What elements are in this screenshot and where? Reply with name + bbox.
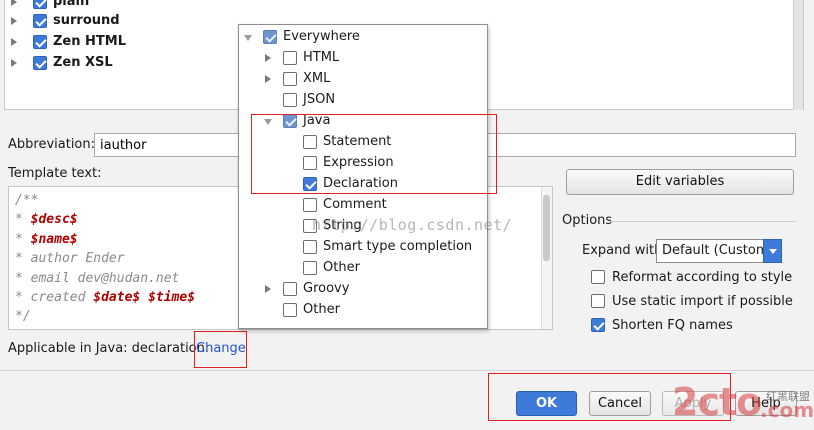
edit-variables-button[interactable]: Edit variables <box>566 169 794 195</box>
popup-item-label: Smart type completion <box>323 239 473 254</box>
popup-item-label: Everywhere <box>283 29 360 44</box>
expand-arrow-icon[interactable] <box>9 58 19 68</box>
popup-item-label: Other <box>303 302 340 317</box>
options-legend: Options <box>562 213 613 228</box>
template-text-label: Template text: <box>8 166 102 181</box>
tree-item-label: Zen HTML <box>53 34 126 49</box>
shorten-fq-option[interactable]: Shorten FQ names <box>591 315 733 335</box>
popup-item-checkbox[interactable] <box>283 92 297 107</box>
tree-item-zen-html[interactable]: Zen HTML <box>9 31 126 52</box>
reformat-label: Reformat according to style <box>612 269 793 285</box>
tree-item-surround[interactable]: surround <box>9 10 120 31</box>
bottom-divider <box>0 370 814 371</box>
static-import-label: Use static import if possible <box>612 293 793 309</box>
site-logo: 2cto <box>672 380 762 424</box>
tree-item-label: plain <box>53 0 90 9</box>
popup-item-label: Other <box>323 260 360 275</box>
editor-scrollbar-thumb[interactable] <box>543 195 550 261</box>
popup-item-checkbox[interactable] <box>283 302 297 317</box>
popup-item-other[interactable]: Other <box>283 299 340 320</box>
popup-item-html[interactable]: HTML <box>263 47 339 68</box>
popup-item-json[interactable]: JSON <box>283 89 335 110</box>
popup-item-label: Comment <box>323 197 387 212</box>
popup-item-checkbox[interactable] <box>303 239 317 254</box>
popup-item-label: Groovy <box>303 281 350 296</box>
watermark-text: http://blog.csdn.net/ <box>312 216 513 234</box>
popup-item-everywhere[interactable]: Everywhere <box>243 26 360 47</box>
popup-item-label: JSON <box>303 92 336 107</box>
highlight-box <box>194 331 247 368</box>
tree-scrollbar[interactable] <box>793 0 803 110</box>
popup-item-smart-type[interactable]: Smart type completion <box>303 236 472 257</box>
tree-item-label: Zen XSL <box>53 55 113 70</box>
tree-item-checkbox[interactable] <box>33 55 47 70</box>
popup-item-checkbox[interactable] <box>283 71 297 86</box>
tree-item-zen-xsl[interactable]: Zen XSL <box>9 52 113 73</box>
static-import-checkbox[interactable] <box>591 294 605 308</box>
tree-item-checkbox[interactable] <box>33 34 47 49</box>
popup-item-comment[interactable]: Comment <box>303 194 387 215</box>
popup-item-checkbox[interactable] <box>303 260 317 275</box>
site-logo-suffix: .com <box>760 398 814 422</box>
collapse-arrow-icon[interactable] <box>243 32 253 42</box>
popup-item-checkbox[interactable] <box>283 50 297 65</box>
popup-item-checkbox[interactable] <box>283 281 297 296</box>
popup-item-checkbox[interactable] <box>263 29 277 44</box>
tree-item-checkbox[interactable] <box>33 13 47 28</box>
shorten-fq-checkbox[interactable] <box>591 318 605 332</box>
popup-item-label: XML <box>303 71 331 86</box>
shorten-fq-label: Shorten FQ names <box>612 317 733 333</box>
expand-arrow-icon[interactable] <box>263 53 273 63</box>
expand-arrow-icon[interactable] <box>263 74 273 84</box>
options-divider <box>610 221 796 222</box>
tree-item-checkbox[interactable] <box>33 0 47 9</box>
popup-item-checkbox[interactable] <box>303 197 317 212</box>
tree-item-label: surround <box>53 13 120 28</box>
applicable-context-text: Applicable in Java: declaration. <box>8 341 210 356</box>
expand-arrow-icon[interactable] <box>9 37 19 47</box>
popup-item-other-java[interactable]: Other <box>303 257 360 278</box>
expand-arrow-icon[interactable] <box>263 284 273 294</box>
reformat-option[interactable]: Reformat according to style <box>591 267 792 287</box>
highlight-box <box>251 114 497 194</box>
popup-item-groovy[interactable]: Groovy <box>263 278 349 299</box>
expand-with-label: Expand with <box>582 243 663 258</box>
static-import-option[interactable]: Use static import if possible <box>591 291 793 311</box>
popup-item-xml[interactable]: XML <box>263 68 330 89</box>
chevron-down-icon[interactable] <box>763 239 782 263</box>
abbreviation-label: Abbreviation: <box>8 137 96 152</box>
expand-arrow-icon[interactable] <box>9 16 19 26</box>
expand-arrow-icon[interactable] <box>9 0 19 7</box>
popup-item-label: HTML <box>303 50 340 65</box>
reformat-checkbox[interactable] <box>591 270 605 284</box>
